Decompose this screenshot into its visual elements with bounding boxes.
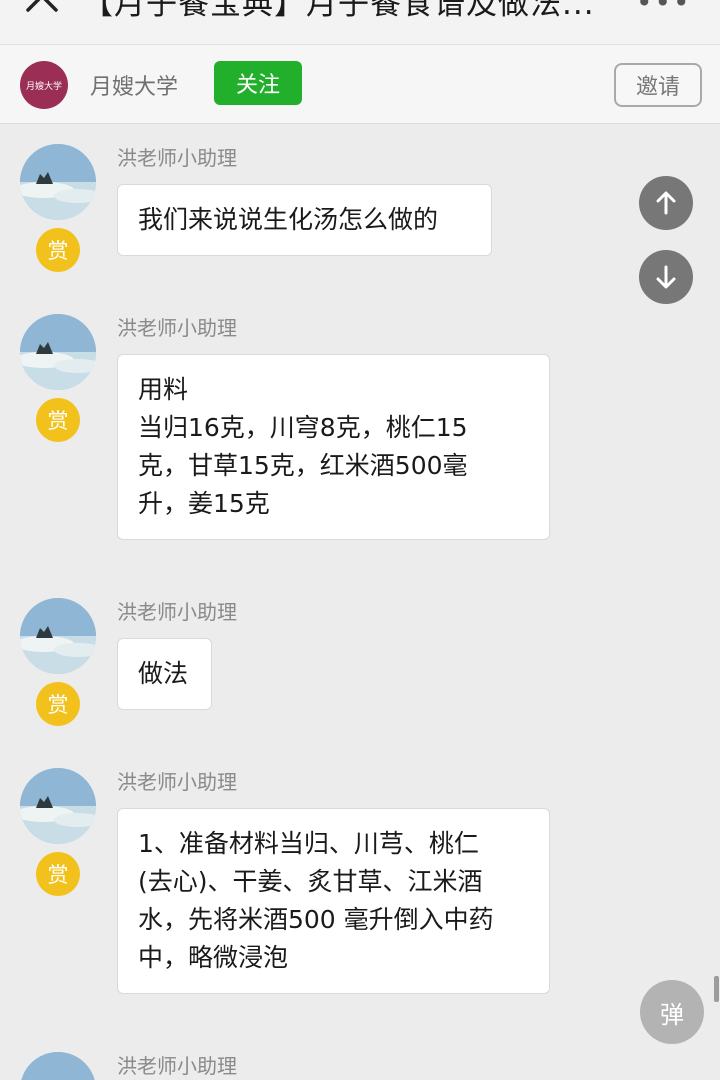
message-bubble: 1、准备材料当归、川芎、桃仁 (去心)、干姜、炙甘草、江米酒 水，先将米酒500… (117, 808, 550, 994)
avatar[interactable] (20, 598, 96, 674)
avatar[interactable] (20, 314, 96, 390)
message-line: 中，略微浸泡 (138, 943, 289, 972)
message-bubble: 用料 当归16克，川穹8克，桃仁15 克，甘草15克，红米酒500毫 升，姜15… (117, 354, 550, 540)
message-line: 1、准备材料当归、川芎、桃仁 (138, 829, 479, 858)
sender-name: 洪老师小助理 (117, 1054, 237, 1078)
tip-button[interactable]: 赏 (36, 398, 80, 442)
danmu-button[interactable]: 弹 (640, 980, 704, 1044)
invite-button[interactable]: 邀请 (614, 63, 702, 107)
avatar[interactable] (20, 144, 96, 220)
top-bar: 【月子餐宝典】月子餐食谱及做法... ••• (0, 0, 720, 44)
tip-button[interactable]: 赏 (36, 228, 80, 272)
message-line: 水，先将米酒500 毫升倒入中药 (138, 905, 494, 934)
follow-button[interactable]: 关注 (214, 61, 302, 105)
scroll-up-button[interactable] (639, 176, 693, 230)
tip-button[interactable]: 赏 (36, 682, 80, 726)
message-line: 当归16克，川穹8克，桃仁15 (138, 413, 468, 442)
arrow-up-icon (656, 191, 676, 215)
scroll-down-button[interactable] (639, 250, 693, 304)
message-bubble: 我们来说说生化汤怎么做的 (117, 184, 492, 256)
sender-name: 洪老师小助理 (117, 316, 237, 340)
sender-name: 洪老师小助理 (117, 146, 237, 170)
channel-logo-text: 月嫂大学 (25, 81, 62, 92)
sender-name: 洪老师小助理 (117, 600, 237, 624)
channel-logo[interactable]: 月嫂大学 (20, 61, 68, 109)
message-line: 克，甘草15克，红米酒500毫 (138, 451, 468, 480)
scrollbar[interactable] (714, 976, 719, 1002)
tip-button[interactable]: 赏 (36, 852, 80, 896)
message-bubble: 做法 (117, 638, 212, 710)
channel-name[interactable]: 月嫂大学 (90, 69, 178, 101)
channel-bar: 月嫂大学 月嫂大学 关注 邀请 (0, 44, 720, 124)
avatar[interactable] (20, 1052, 96, 1080)
page-title: 【月子餐宝典】月子餐食谱及做法... (82, 0, 595, 22)
avatar[interactable] (20, 768, 96, 844)
more-icon[interactable]: ••• (636, 0, 692, 19)
close-icon[interactable] (22, 0, 62, 16)
message-line: 用料 (138, 375, 189, 404)
message-line: (去心)、干姜、炙甘草、江米酒 (138, 867, 483, 896)
arrow-down-icon (656, 265, 676, 289)
message-line: 升，姜15克 (138, 489, 270, 518)
message-line: 我们来说说生化汤怎么做的 (138, 205, 439, 234)
sender-name: 洪老师小助理 (117, 770, 237, 794)
message-line: 做法 (138, 659, 189, 688)
